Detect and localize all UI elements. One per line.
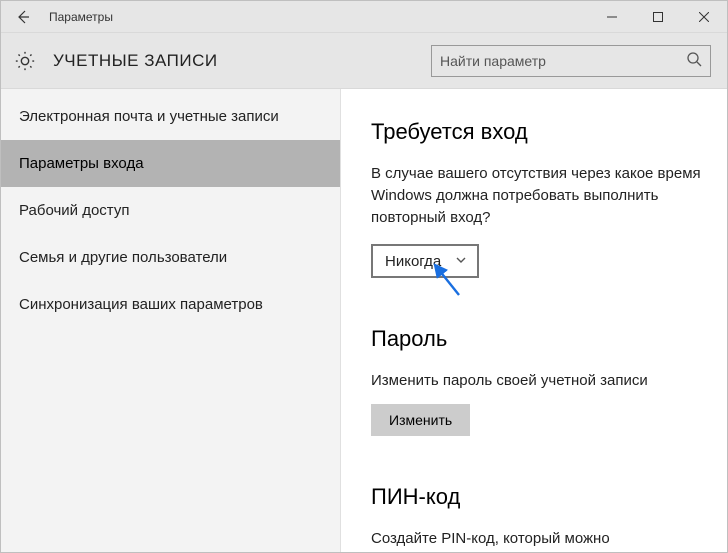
main-area: Электронная почта и учетные записи Парам…	[1, 89, 727, 552]
section-password-description: Изменить пароль своей учетной записи	[371, 370, 705, 392]
back-button[interactable]	[1, 1, 45, 33]
sidebar-item-sync-settings[interactable]: Синхронизация ваших параметров	[1, 281, 340, 328]
section-signin-description: В случае вашего отсутствия через какое в…	[371, 163, 705, 228]
minimize-button[interactable]	[589, 1, 635, 33]
sidebar: Электронная почта и учетные записи Парам…	[1, 89, 341, 552]
search-input[interactable]: Найти параметр	[431, 45, 711, 77]
sidebar-item-label: Синхронизация ваших параметров	[19, 296, 263, 313]
button-label: Изменить	[389, 412, 452, 428]
change-password-button[interactable]: Изменить	[371, 404, 470, 436]
titlebar: Параметры	[1, 1, 727, 33]
gear-icon	[9, 45, 41, 77]
section-pin-heading: ПИН-код	[371, 484, 705, 510]
sidebar-item-work-access[interactable]: Рабочий доступ	[1, 187, 340, 234]
sidebar-item-family-users[interactable]: Семья и другие пользователи	[1, 234, 340, 281]
sidebar-item-label: Электронная почта и учетные записи	[19, 108, 279, 125]
sidebar-item-label: Рабочий доступ	[19, 202, 129, 219]
dropdown-value: Никогда	[385, 253, 441, 270]
sidebar-item-label: Семья и другие пользователи	[19, 249, 227, 266]
back-arrow-icon	[15, 9, 31, 25]
search-icon	[686, 51, 702, 70]
sidebar-item-email-accounts[interactable]: Электронная почта и учетные записи	[1, 93, 340, 140]
chevron-down-icon	[455, 253, 467, 270]
section-signin-heading: Требуется вход	[371, 119, 705, 145]
sidebar-item-label: Параметры входа	[19, 155, 144, 172]
content-panel: Требуется вход В случае вашего отсутстви…	[341, 89, 727, 552]
section-pin-description: Создайте PIN-код, который можно использо…	[371, 528, 705, 552]
section-password-heading: Пароль	[371, 326, 705, 352]
window-controls	[589, 1, 727, 33]
maximize-button[interactable]	[635, 1, 681, 33]
sidebar-item-signin-options[interactable]: Параметры входа	[1, 140, 340, 187]
search-placeholder: Найти параметр	[440, 53, 686, 69]
page-title: УЧЕТНЫЕ ЗАПИСИ	[53, 51, 431, 71]
page-header: УЧЕТНЫЕ ЗАПИСИ Найти параметр	[1, 33, 727, 89]
close-button[interactable]	[681, 1, 727, 33]
window-title: Параметры	[45, 10, 589, 24]
signin-require-dropdown[interactable]: Никогда	[371, 244, 479, 278]
